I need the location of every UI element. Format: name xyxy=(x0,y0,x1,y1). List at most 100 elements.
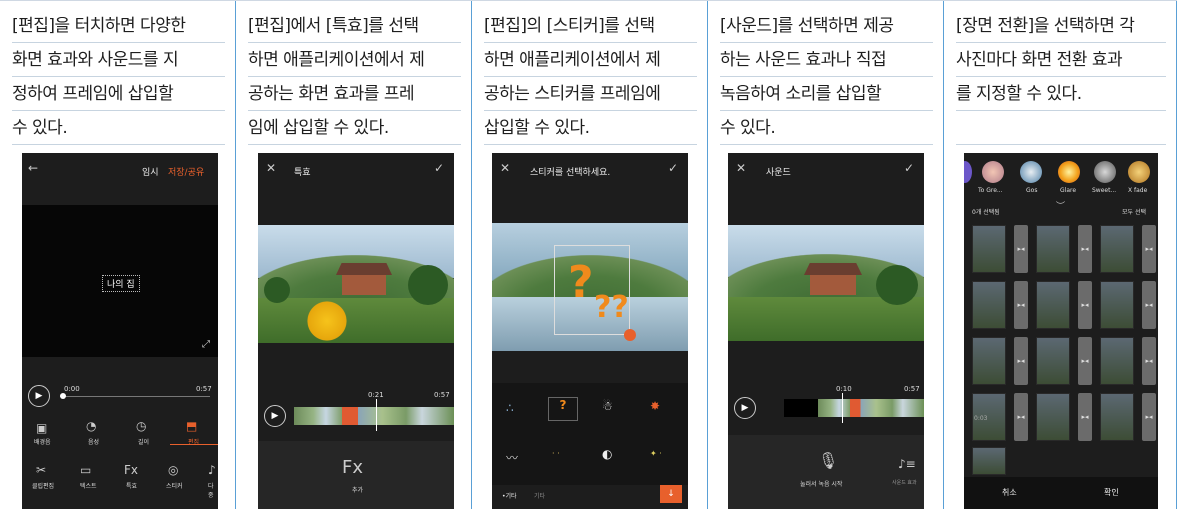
transition-handle[interactable]: ▸◂ xyxy=(1078,281,1092,329)
transition-handle[interactable]: ▸◂ xyxy=(1142,281,1156,329)
sound-effect-icon[interactable]: ♪≡ xyxy=(898,457,916,471)
playhead[interactable] xyxy=(376,399,377,431)
scissors-icon[interactable]: ✂ xyxy=(36,463,46,477)
mustache-sticker-icon[interactable]: 〰 xyxy=(506,449,518,466)
collapse-chevron-icon[interactable]: ︶ xyxy=(1056,199,1065,212)
droplets-sticker-icon[interactable]: ∴ xyxy=(506,401,514,415)
voice-icon[interactable]: ◔ xyxy=(86,419,96,433)
desc-line: [사운드]를 선택하면 제공 xyxy=(720,9,933,43)
timeline-strip[interactable] xyxy=(818,399,924,417)
check-icon[interactable]: ✓ xyxy=(668,161,678,175)
clock-icon[interactable]: ◷ xyxy=(136,419,146,433)
close-icon[interactable]: ✕ xyxy=(500,161,510,175)
fullscreen-icon[interactable]: ⤢ xyxy=(202,339,210,350)
sticker-effect[interactable] xyxy=(302,301,352,341)
stars-sticker-icon[interactable]: ✦ · xyxy=(650,449,662,458)
check-icon[interactable]: ✓ xyxy=(904,161,914,175)
desc-line: 수 있다. xyxy=(12,111,225,145)
photo-thumb[interactable] xyxy=(972,225,1006,273)
transition-handle[interactable]: ▸◂ xyxy=(1078,225,1092,273)
transition-handle[interactable]: ▸◂ xyxy=(1142,393,1156,441)
transition-handle[interactable]: ▸◂ xyxy=(1014,225,1028,273)
desc-line: 공하는 화면 효과를 프레 xyxy=(248,77,461,111)
step-description: [편집]의 [스티커]를 선택 하면 애플리케이션에서 제 공하는 스티커를 프… xyxy=(472,1,707,147)
transition-thumb[interactable] xyxy=(1094,161,1116,183)
bgm-icon[interactable]: ▣ xyxy=(36,421,47,435)
photo-thumb[interactable] xyxy=(972,337,1006,385)
sticker-icon[interactable]: ◎ xyxy=(168,463,178,477)
question-sticker-small[interactable]: ?? xyxy=(594,293,629,323)
photo-thumb[interactable] xyxy=(1036,337,1070,385)
tab-etc[interactable]: 기타 xyxy=(534,491,545,500)
transition-handle[interactable]: ▸◂ xyxy=(1142,225,1156,273)
playhead[interactable] xyxy=(842,393,843,423)
edit-icon[interactable]: ⬒ xyxy=(186,419,197,433)
microphone-icon[interactable]: 🎙 xyxy=(818,451,838,470)
photo-thumb[interactable] xyxy=(972,447,1006,475)
photo-thumb[interactable] xyxy=(1100,225,1134,273)
photo-thumb[interactable] xyxy=(1036,393,1070,441)
caption-text[interactable]: 나의 집 xyxy=(102,275,140,292)
desc-line: 공하는 스티커를 프레임에 xyxy=(484,77,697,111)
temp-save-button[interactable]: 임시 xyxy=(142,165,159,178)
photo-thumb[interactable] xyxy=(1036,225,1070,273)
transition-thumb[interactable] xyxy=(982,161,1004,183)
transition-handle[interactable]: ▸◂ xyxy=(1014,393,1028,441)
play-button[interactable]: ▶ xyxy=(28,385,50,407)
tab-etc-active[interactable]: •기타 xyxy=(502,491,517,500)
desc-line: [편집]의 [스티커]를 선택 xyxy=(484,9,697,43)
back-arrow-icon[interactable]: ← xyxy=(28,161,38,175)
transition-handle[interactable]: ▸◂ xyxy=(1014,337,1028,385)
ghost-sticker-icon[interactable]: ◐ xyxy=(602,447,612,461)
check-icon[interactable]: ✓ xyxy=(434,161,444,175)
timeline-strip[interactable] xyxy=(294,407,454,425)
photo-thumb[interactable] xyxy=(1036,281,1070,329)
transition-thumb[interactable] xyxy=(964,161,972,183)
question-sticker[interactable]: ? xyxy=(568,261,594,305)
thumb-time: 0:03 xyxy=(974,415,988,422)
close-icon[interactable]: ✕ xyxy=(736,161,746,175)
transition-handle[interactable]: ▸◂ xyxy=(1142,337,1156,385)
transition-label: X fade xyxy=(1128,187,1148,194)
text-icon[interactable]: ▭ xyxy=(80,463,91,477)
transition-thumb[interactable] xyxy=(1058,161,1080,183)
download-button[interactable]: ↓ xyxy=(660,485,682,503)
question-sticker-icon[interactable]: ? xyxy=(548,397,578,421)
confirm-button[interactable]: 확인 xyxy=(1104,487,1119,498)
progress-knob[interactable] xyxy=(60,393,66,399)
desc-line xyxy=(956,111,1166,145)
boom-sticker-icon[interactable]: ✸ xyxy=(650,399,660,413)
photo-thumb[interactable] xyxy=(1100,281,1134,329)
effect-label: 사운드 효과 xyxy=(892,480,917,486)
active-tab-underline xyxy=(170,444,218,445)
photo-thumb[interactable] xyxy=(1100,393,1134,441)
select-all-button[interactable]: 모두 선택 xyxy=(1122,207,1146,216)
transition-thumb[interactable] xyxy=(1128,161,1150,183)
desc-line: [장면 전환]을 선택하면 각 xyxy=(956,9,1166,43)
transition-handle[interactable]: ▸◂ xyxy=(1078,393,1092,441)
sparkle-sticker-icon[interactable]: · · xyxy=(552,449,560,458)
ghost-sticker-icon[interactable]: ☃ xyxy=(602,399,613,413)
record-label: 눌러서 녹음 시작 xyxy=(800,481,843,488)
screen-title: 사운드 xyxy=(766,168,791,178)
transition-handle[interactable]: ▸◂ xyxy=(1014,281,1028,329)
photo-thumb[interactable] xyxy=(972,281,1006,329)
photo-thumb[interactable] xyxy=(1100,337,1134,385)
resize-handle-icon[interactable] xyxy=(624,329,636,341)
photo-preview xyxy=(258,225,454,343)
music-icon[interactable]: ♪ xyxy=(208,463,216,477)
transition-handle[interactable]: ▸◂ xyxy=(1078,337,1092,385)
fx-icon[interactable]: Fx xyxy=(124,463,138,477)
progress-track[interactable] xyxy=(60,396,210,397)
tool-label: 길이 xyxy=(138,439,150,446)
timeline-empty xyxy=(784,399,818,417)
play-button[interactable]: ▶ xyxy=(264,405,286,427)
fx-add-icon[interactable]: Fx xyxy=(342,457,363,478)
transition-thumb[interactable] xyxy=(1020,161,1042,183)
cancel-button[interactable]: 취소 xyxy=(1002,487,1017,498)
desc-line: 하는 사운드 효과나 직접 xyxy=(720,43,933,77)
play-button[interactable]: ▶ xyxy=(734,397,756,419)
close-icon[interactable]: ✕ xyxy=(266,161,276,175)
tool-label: 배경음 xyxy=(34,439,51,446)
save-share-button[interactable]: 저장/공유 xyxy=(168,165,204,178)
